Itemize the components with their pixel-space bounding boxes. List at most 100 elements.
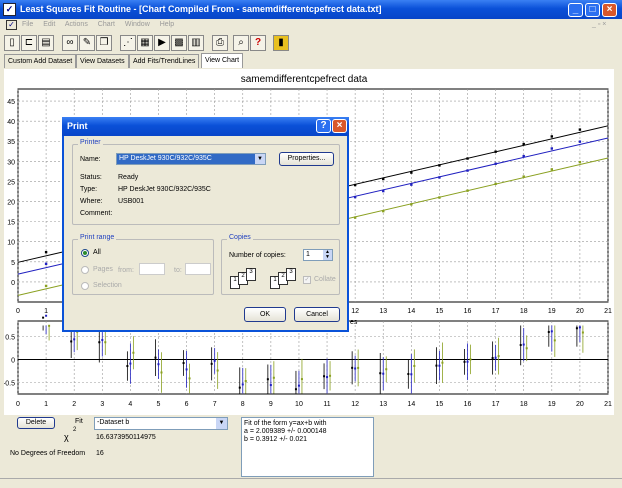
radio-selection[interactable] bbox=[81, 282, 89, 290]
residual-point bbox=[98, 341, 101, 344]
print-preview-icon[interactable]: ⌕ bbox=[233, 35, 249, 51]
residual-point bbox=[244, 380, 247, 383]
spinner-icon[interactable]: ▲ ▼ bbox=[323, 250, 332, 260]
table-icon[interactable]: ▩ bbox=[171, 35, 187, 51]
copies-input[interactable]: 1 ▲ ▼ bbox=[303, 249, 333, 261]
exit-icon[interactable]: ▮ bbox=[273, 35, 289, 51]
residual-point bbox=[547, 331, 550, 334]
residual-point bbox=[441, 361, 444, 364]
tab-view-chart[interactable]: View Chart bbox=[201, 53, 244, 68]
resid-x-tick-label: 2 bbox=[72, 401, 76, 408]
data-point bbox=[550, 135, 554, 138]
data-point bbox=[410, 203, 413, 206]
data-point bbox=[522, 154, 525, 158]
radio-all[interactable] bbox=[81, 249, 89, 257]
menu-actions[interactable]: Actions bbox=[65, 21, 88, 28]
y-tick-label: 0 bbox=[11, 280, 15, 287]
to-input[interactable] bbox=[185, 263, 211, 275]
minimize-button[interactable]: _ bbox=[568, 3, 583, 17]
properties-button[interactable]: Properties... bbox=[279, 152, 334, 166]
resid-x-tick-label: 5 bbox=[157, 401, 161, 408]
x-tick-label: 16 bbox=[464, 308, 472, 315]
edit-data-icon[interactable]: ✎ bbox=[79, 35, 95, 51]
grid-icon[interactable]: ▥ bbox=[188, 35, 204, 51]
cancel-button[interactable]: Cancel bbox=[294, 307, 340, 322]
all-label: All bbox=[93, 249, 101, 256]
resid-x-tick-label: 4 bbox=[128, 401, 132, 408]
residual-point bbox=[213, 359, 216, 362]
chevron-down-icon[interactable]: ▼ bbox=[216, 418, 227, 429]
resid-x-tick-label: 12 bbox=[351, 401, 359, 408]
x-tick-label: 20 bbox=[576, 308, 584, 315]
collate-pages-icon-2: 1 2 3 bbox=[270, 268, 306, 292]
residual-point bbox=[435, 364, 438, 367]
fit-icon[interactable]: ⋰ bbox=[120, 35, 136, 51]
residual-point bbox=[188, 377, 191, 380]
residual-point bbox=[210, 362, 213, 365]
chevron-down-icon[interactable]: ▼ bbox=[255, 154, 265, 164]
menu-file[interactable]: File bbox=[22, 21, 33, 28]
residual-point bbox=[466, 360, 469, 363]
data-point bbox=[44, 250, 48, 254]
export-icon[interactable]: ▶ bbox=[154, 35, 170, 51]
chart-icon[interactable]: ▦ bbox=[137, 35, 153, 51]
dialog-close-button[interactable]: × bbox=[332, 119, 347, 133]
x-tick-label: 14 bbox=[407, 308, 415, 315]
residual-point bbox=[379, 372, 382, 375]
dataset-select[interactable]: -Dataset b ▼ bbox=[94, 417, 228, 430]
printer-group: Printer Name: HP DeskJet 930C/932C/935C … bbox=[72, 139, 340, 225]
fit-line-1: Fit of the form y=ax+b with bbox=[244, 420, 327, 427]
help-icon[interactable]: ? bbox=[250, 35, 266, 51]
data-point bbox=[382, 209, 385, 213]
menu-help[interactable]: Help bbox=[160, 21, 174, 28]
residual-point bbox=[269, 384, 272, 387]
resid-x-tick-label: 17 bbox=[492, 401, 500, 408]
dialog-help-button[interactable]: ? bbox=[316, 119, 331, 133]
tab-custom-add-dataset[interactable]: Custom Add Dataset bbox=[4, 54, 77, 68]
resid-x-tick-label: 13 bbox=[379, 401, 387, 408]
dialog-title-text: Print bbox=[67, 121, 88, 131]
new-icon[interactable]: ▯ bbox=[4, 35, 20, 51]
residual-point bbox=[126, 365, 129, 368]
ok-button[interactable]: OK bbox=[244, 307, 286, 322]
tab-add-fits[interactable]: Add Fits/TrendLines bbox=[129, 54, 200, 68]
toolbar: ▯ ⊏ ▤ ∞ ✎ ❐ ⋰ ▦ ▶ ▩ ▥ ⎙ ⌕ ? ▮ bbox=[0, 32, 622, 54]
x-tick-label: 21 bbox=[604, 308, 612, 315]
menu-edit[interactable]: Edit bbox=[43, 21, 55, 28]
mdi-icon: ✓ bbox=[6, 20, 17, 30]
data-point bbox=[550, 168, 554, 171]
residual-point bbox=[323, 375, 326, 378]
copy-icon[interactable]: ❐ bbox=[96, 35, 112, 51]
chi-sup: 2 bbox=[73, 427, 77, 433]
close-button[interactable]: × bbox=[602, 3, 617, 17]
app-icon: ✓ bbox=[3, 3, 16, 16]
maximize-button[interactable]: □ bbox=[585, 3, 600, 17]
residual-point bbox=[491, 357, 494, 360]
y-tick-label: 30 bbox=[7, 159, 15, 166]
resid-x-tick-label: 15 bbox=[436, 401, 444, 408]
tab-view-datasets[interactable]: View Datasets bbox=[76, 54, 129, 68]
residual-point bbox=[351, 366, 354, 369]
residual-point bbox=[497, 355, 500, 358]
print-icon[interactable]: ⎙ bbox=[212, 35, 228, 51]
open-icon[interactable]: ⊏ bbox=[21, 35, 37, 51]
printer-name-select[interactable]: HP DeskJet 930C/932C/935C ▼ bbox=[116, 153, 266, 165]
type-label: Type: bbox=[80, 186, 98, 193]
radio-pages[interactable] bbox=[81, 266, 89, 274]
menu-window[interactable]: Window bbox=[125, 21, 150, 28]
binoculars-icon[interactable]: ∞ bbox=[62, 35, 78, 51]
resid-x-tick-label: 8 bbox=[241, 401, 245, 408]
y-tick-label: 10 bbox=[7, 240, 15, 247]
mdi-controls[interactable]: _ ▫ × bbox=[592, 19, 606, 31]
status-bar bbox=[0, 478, 622, 488]
delete-button[interactable]: Delete bbox=[17, 417, 55, 429]
collate-checkbox[interactable]: ✓ bbox=[303, 276, 311, 284]
residual-point bbox=[329, 374, 332, 377]
menu-chart[interactable]: Chart bbox=[98, 21, 115, 28]
from-input[interactable] bbox=[139, 263, 165, 275]
comment-label: Comment: bbox=[80, 210, 113, 217]
fit-result-box[interactable]: Fit of the form y=ax+b with a = 2.009389… bbox=[241, 417, 374, 477]
y-tick-label: 45 bbox=[7, 99, 15, 106]
save-icon[interactable]: ▤ bbox=[38, 35, 54, 51]
residual-point bbox=[70, 340, 73, 343]
